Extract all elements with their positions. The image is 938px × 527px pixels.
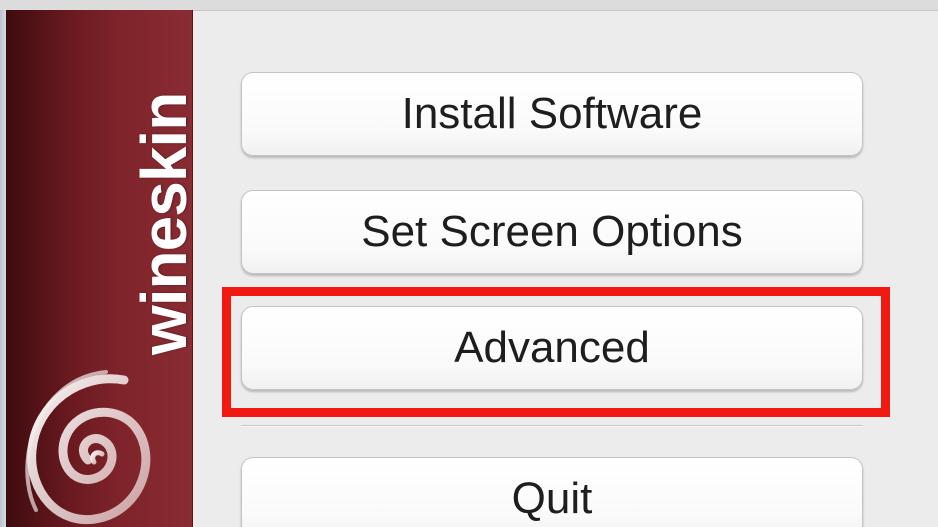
quit-button[interactable]: Quit <box>241 457 863 527</box>
menu-separator <box>241 425 863 427</box>
wineskin-wordmark: wineskin <box>128 92 193 355</box>
set-screen-options-button[interactable]: Set Screen Options <box>241 190 863 274</box>
advanced-button[interactable]: Advanced <box>241 306 863 390</box>
wineskin-window: wineskin Install Software Set Screen Opt… <box>0 0 938 527</box>
install-software-button[interactable]: Install Software <box>241 72 863 156</box>
brand-panel: wineskin <box>6 10 193 527</box>
